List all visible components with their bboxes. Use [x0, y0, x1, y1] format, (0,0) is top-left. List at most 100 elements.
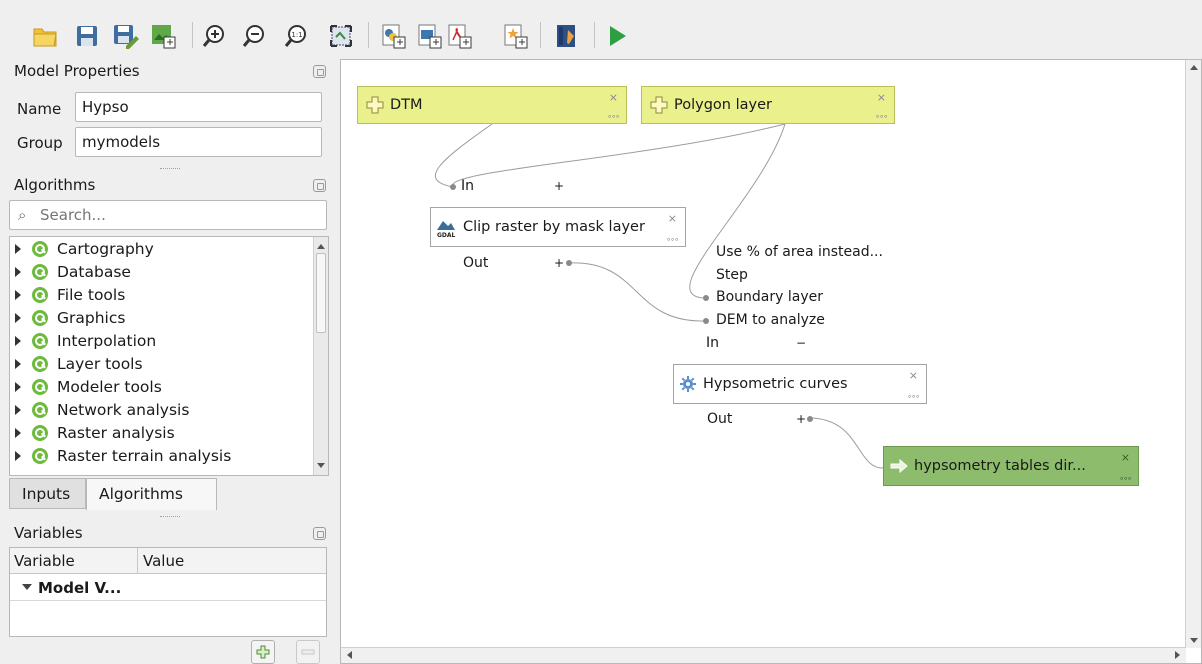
float-panel-icon[interactable] [313, 527, 326, 540]
scrollbar-thumb[interactable] [316, 253, 326, 333]
collapse-arrow-icon[interactable] [22, 584, 32, 590]
qgis-provider-icon [32, 378, 48, 395]
variables-title: Variables [14, 524, 83, 542]
tree-item-cartography[interactable]: Cartography [10, 237, 310, 260]
port-dot[interactable] [703, 295, 709, 301]
group-label: Group [17, 134, 63, 152]
run-model-icon[interactable] [602, 20, 632, 52]
tab-algorithms[interactable]: Algorithms [86, 478, 217, 510]
expand-inputs-icon[interactable]: + [554, 179, 564, 193]
scroll-left-icon[interactable] [347, 651, 352, 659]
output-node-hypsometry-tables[interactable]: hypsometry tables dir... ⨯ ∘∘∘ [883, 446, 1139, 486]
toolbar-separator [594, 22, 595, 48]
more-icon[interactable]: ∘∘∘ [1119, 474, 1132, 483]
close-icon[interactable]: ⨯ [909, 369, 918, 382]
column-header-variable[interactable]: Variable [14, 552, 75, 570]
model-canvas[interactable]: DTM ⨯ ∘∘∘ Polygon layer ⨯ ∘∘∘ In + GDAL … [340, 59, 1202, 664]
save-model-icon[interactable] [72, 20, 102, 52]
more-icon[interactable]: ∘∘∘ [875, 112, 888, 121]
tab-inputs[interactable]: Inputs [9, 478, 86, 509]
param-dem-to-analyze: DEM to analyze [716, 312, 825, 328]
scroll-down-icon[interactable] [317, 463, 325, 468]
help-edit-icon[interactable] [552, 20, 582, 52]
export-image-file-icon[interactable] [414, 20, 444, 52]
canvas-vertical-scrollbar[interactable] [1185, 60, 1201, 648]
scroll-right-icon[interactable] [1175, 651, 1180, 659]
canvas-horizontal-scrollbar[interactable] [341, 647, 1186, 663]
expand-arrow-icon[interactable] [15, 266, 21, 277]
port-dot[interactable] [450, 184, 456, 190]
close-icon[interactable]: ⨯ [668, 212, 677, 225]
close-icon[interactable]: ⨯ [1121, 451, 1130, 464]
tree-item-layer-tools[interactable]: Layer tools [10, 352, 310, 375]
zoom-full-icon[interactable] [326, 20, 356, 52]
export-svg-icon[interactable] [500, 20, 530, 52]
close-icon[interactable]: ⨯ [609, 91, 618, 104]
expand-arrow-icon[interactable] [15, 358, 21, 369]
node-label: hypsometry tables dir... [914, 458, 1086, 474]
model-properties-title: Model Properties [14, 62, 140, 80]
collapse-inputs-icon[interactable]: − [796, 336, 806, 350]
scroll-up-icon[interactable] [317, 244, 325, 249]
input-node-polygon-layer[interactable]: Polygon layer ⨯ ∘∘∘ [641, 86, 895, 124]
tree-item-network-analysis[interactable]: Network analysis [10, 398, 310, 421]
tree-item-raster-analysis[interactable]: Raster analysis [10, 421, 310, 444]
tree-scrollbar[interactable] [313, 237, 328, 475]
open-model-icon[interactable] [30, 20, 60, 52]
export-python-icon[interactable] [378, 20, 408, 52]
expand-arrow-icon[interactable] [15, 427, 21, 438]
model-name-input[interactable] [75, 92, 322, 122]
zoom-in-icon[interactable] [200, 20, 230, 52]
zoom-out-icon[interactable] [240, 20, 270, 52]
splitter-handle[interactable] [160, 516, 180, 519]
tree-item-graphics[interactable]: Graphics [10, 306, 310, 329]
expand-outputs-icon[interactable]: + [554, 256, 564, 270]
expand-arrow-icon[interactable] [15, 243, 21, 254]
tree-item-raster-terrain-analysis[interactable]: Raster terrain analysis [10, 444, 310, 467]
column-header-value[interactable]: Value [143, 552, 184, 570]
algorithm-node-hypsometric-curves[interactable]: Hypsometric curves ⨯ ∘∘∘ [673, 364, 927, 404]
expand-arrow-icon[interactable] [15, 450, 21, 461]
add-variable-button[interactable] [251, 640, 275, 664]
port-dot[interactable] [566, 260, 572, 266]
scroll-up-icon[interactable] [1190, 65, 1198, 70]
scroll-down-icon[interactable] [1190, 638, 1198, 643]
qgis-provider-icon [32, 447, 48, 464]
export-pdf-icon[interactable] [444, 20, 474, 52]
port-dot[interactable] [703, 318, 709, 324]
node-label: Polygon layer [674, 97, 772, 113]
remove-variable-button[interactable] [296, 640, 320, 664]
save-as-icon[interactable] [110, 20, 140, 52]
more-icon[interactable]: ∘∘∘ [607, 112, 620, 121]
tree-item-label: Cartography [57, 239, 154, 258]
zoom-actual-icon[interactable]: 1:1 [282, 20, 312, 52]
tree-item-modeler-tools[interactable]: Modeler tools [10, 375, 310, 398]
export-image-icon[interactable] [148, 20, 178, 52]
input-node-dtm[interactable]: DTM ⨯ ∘∘∘ [357, 86, 627, 124]
splitter-handle[interactable] [160, 168, 180, 171]
float-panel-icon[interactable] [313, 179, 326, 192]
more-icon[interactable]: ∘∘∘ [666, 235, 679, 244]
tree-item-interpolation[interactable]: Interpolation [10, 329, 310, 352]
algorithm-node-clip-raster[interactable]: GDAL Clip raster by mask layer ⨯ ∘∘∘ [430, 207, 686, 247]
expand-arrow-icon[interactable] [15, 289, 21, 300]
expand-outputs-icon[interactable]: + [796, 412, 806, 426]
algorithm-search-box: ⌕ [9, 200, 327, 230]
expand-arrow-icon[interactable] [15, 404, 21, 415]
tree-item-file-tools[interactable]: File tools [10, 283, 310, 306]
param-use-area: Use % of area instead... [716, 244, 883, 260]
model-group-input[interactable] [75, 127, 322, 157]
table-row[interactable]: Model V... [10, 575, 326, 601]
tree-item-database[interactable]: Database [10, 260, 310, 283]
qgis-provider-icon [32, 424, 48, 441]
toolbar-separator [540, 22, 541, 48]
expand-arrow-icon[interactable] [15, 381, 21, 392]
hypso-out-port: Out [707, 411, 733, 427]
algorithm-search-input[interactable] [40, 205, 320, 225]
more-icon[interactable]: ∘∘∘ [907, 392, 920, 401]
port-dot[interactable] [807, 416, 813, 422]
expand-arrow-icon[interactable] [15, 335, 21, 346]
float-panel-icon[interactable] [313, 65, 326, 78]
expand-arrow-icon[interactable] [15, 312, 21, 323]
close-icon[interactable]: ⨯ [877, 91, 886, 104]
